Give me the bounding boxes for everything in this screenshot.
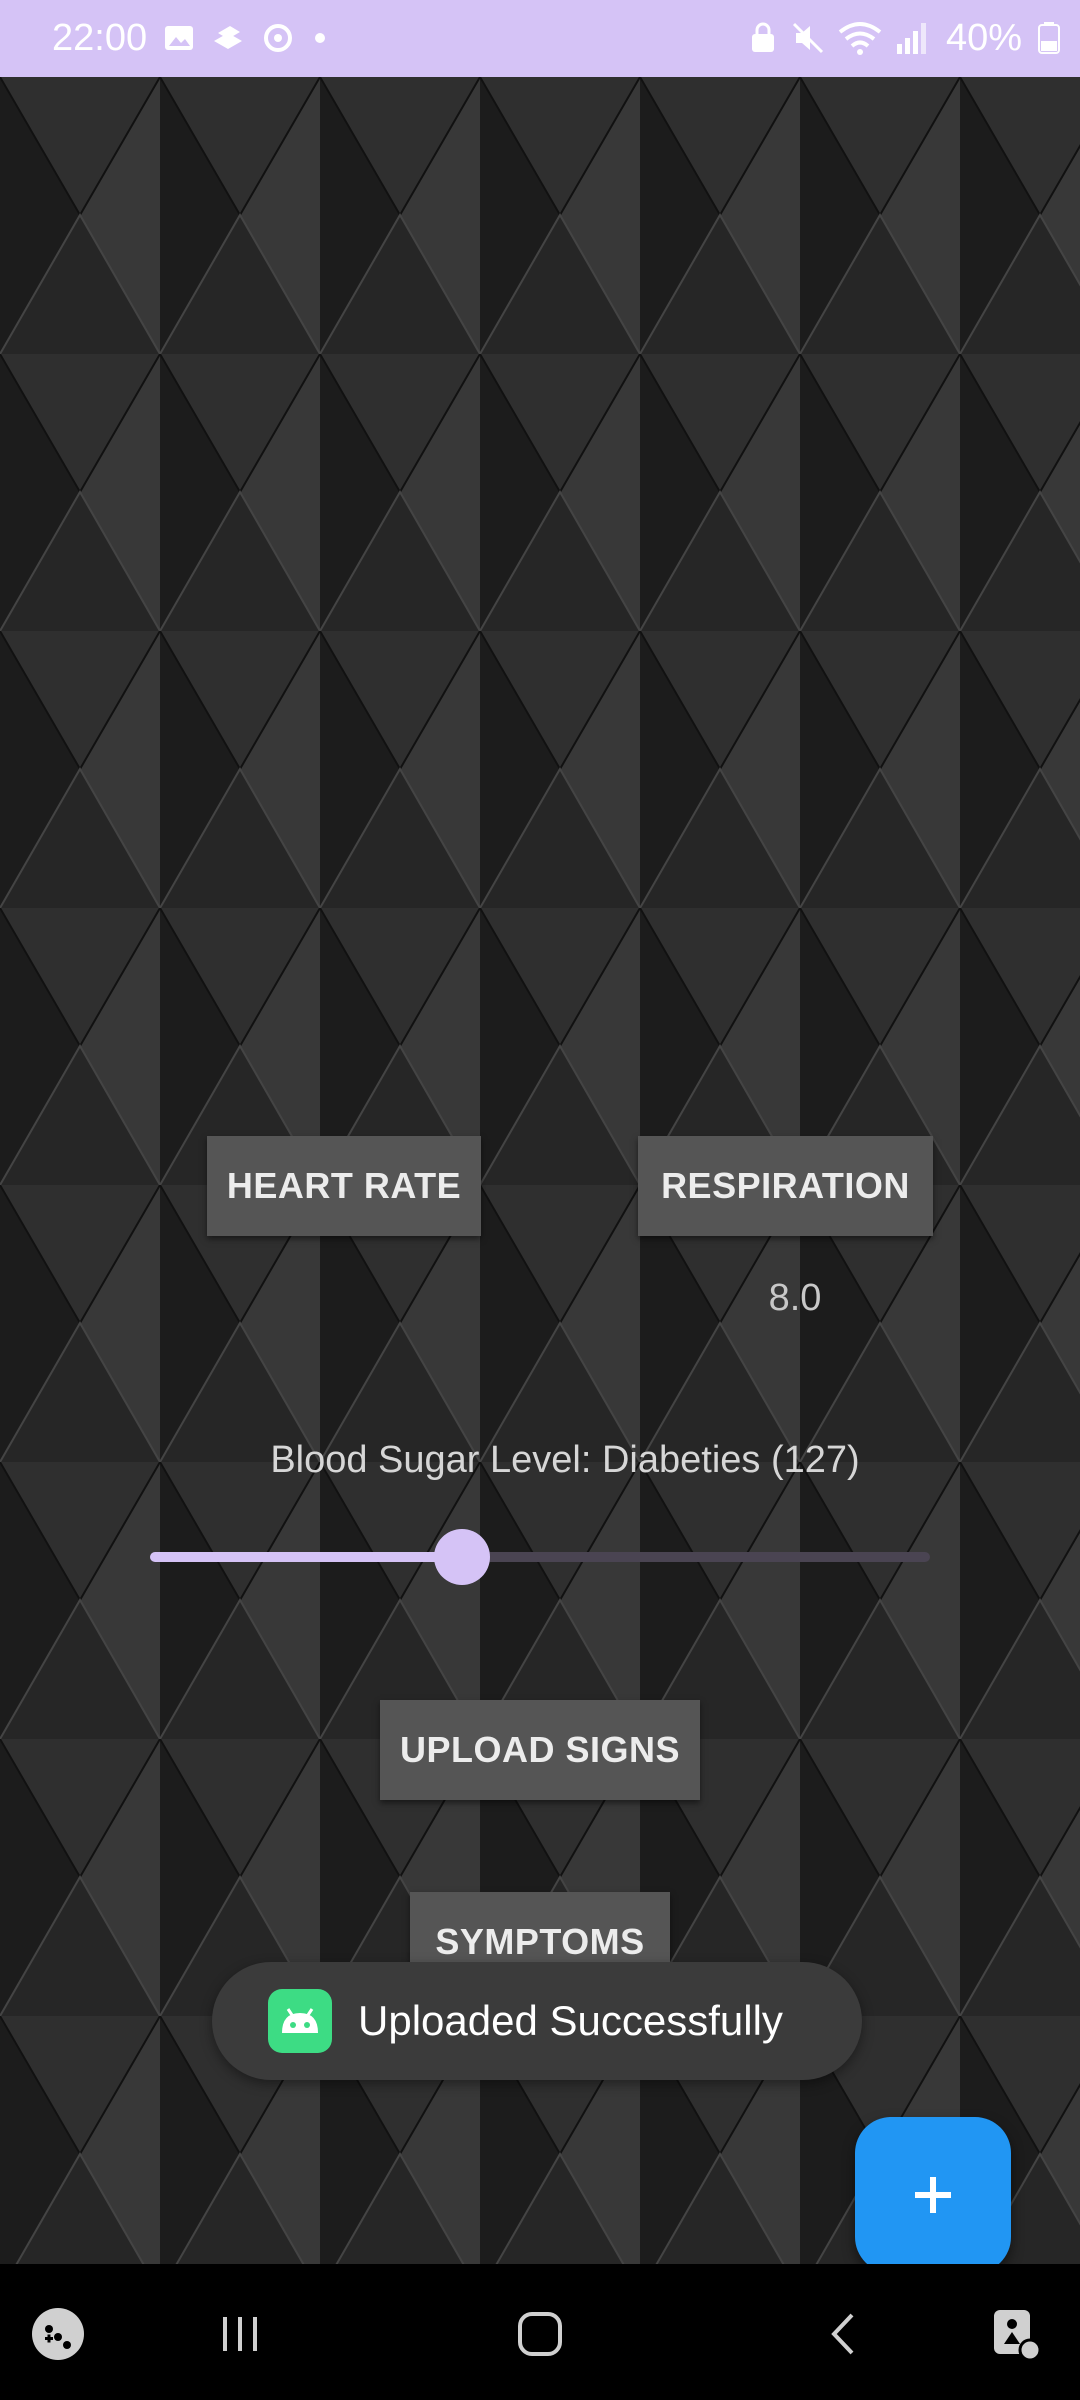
recents-icon[interactable] [200,2294,280,2374]
battery-icon [1038,22,1060,54]
add-fab-button[interactable] [855,2117,1011,2264]
battery-percentage: 40% [945,17,1022,59]
blood-sugar-slider[interactable] [150,1527,930,1587]
wifi-icon [838,22,882,55]
android-icon [268,1989,332,2053]
slider-active-track [150,1552,462,1562]
signal-icon [897,23,926,54]
upload-signs-button[interactable]: UPLOAD SIGNS [380,1700,700,1800]
sync-icon [264,24,292,52]
heart-rate-button[interactable]: HEART RATE [207,1136,481,1236]
plus-icon [915,2177,951,2213]
toast-message: Uploaded Successfully [212,1962,862,2080]
navigation-bar [0,2264,1080,2400]
status-left-icons [162,18,330,58]
mute-icon [792,22,824,54]
main-content: HEART RATE RESPIRATION 8.0 Blood Sugar L… [0,77,1080,2264]
gallery-icon [165,26,193,50]
back-icon[interactable] [805,2294,885,2374]
dot-icon [315,33,325,43]
blood-sugar-label: Blood Sugar Level: Diabeties (127) [270,1439,860,1481]
status-bar: 22:00 40% [0,0,1080,77]
lock-icon [752,22,774,52]
stack-icon [214,26,242,49]
respiration-value: 8.0 [768,1277,822,1319]
slider-thumb[interactable] [434,1529,490,1585]
respiration-button[interactable]: RESPIRATION [638,1136,933,1236]
game-launcher-icon[interactable] [18,2294,98,2374]
status-time: 22:00 [52,17,148,59]
home-icon[interactable] [500,2294,580,2374]
status-right-icons [748,18,930,58]
toast-text: Uploaded Successfully [358,1997,783,2044]
accessibility-icon[interactable] [976,2294,1056,2374]
